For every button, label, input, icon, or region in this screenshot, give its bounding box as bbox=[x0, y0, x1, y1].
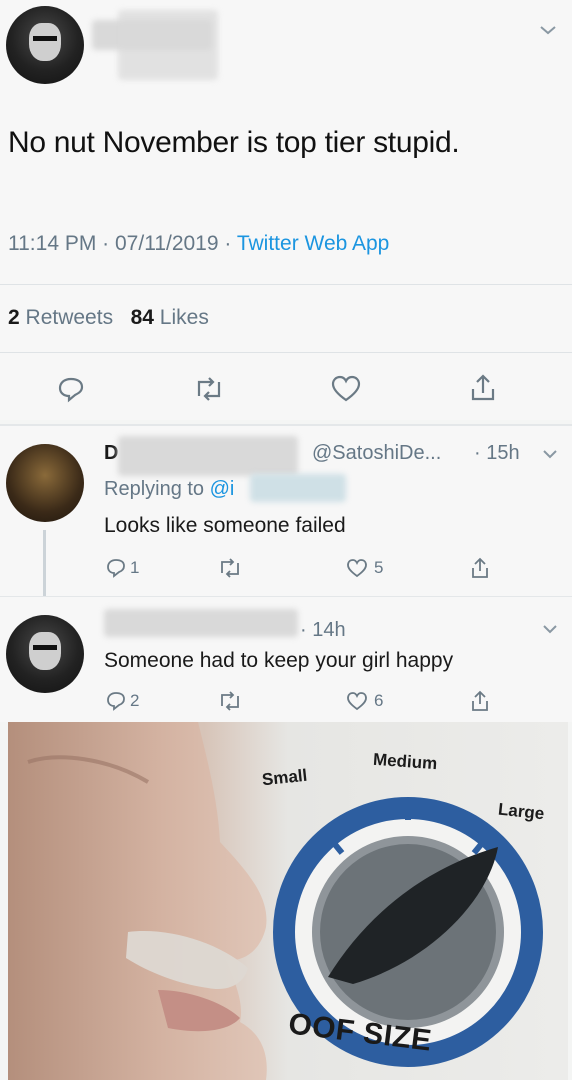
retweet-icon[interactable] bbox=[190, 372, 228, 406]
reply-count: 1 bbox=[130, 558, 140, 577]
share-icon[interactable] bbox=[468, 554, 492, 582]
share-icon[interactable] bbox=[466, 370, 500, 406]
like-heart-icon[interactable] bbox=[344, 556, 370, 580]
reply-tweet[interactable]: D @SatoshiDe... · 15h Replying to @i Loo… bbox=[0, 426, 572, 600]
reply-count: 2 bbox=[130, 691, 140, 710]
like-heart-icon[interactable] bbox=[344, 689, 370, 713]
reply-text: Looks like someone failed bbox=[104, 514, 346, 537]
like-count: 6 bbox=[374, 691, 384, 710]
retweet-icon[interactable] bbox=[216, 689, 244, 713]
reply-author-avatar[interactable] bbox=[6, 444, 84, 522]
replying-handle-redacted bbox=[250, 474, 346, 502]
reply-author-name-redacted bbox=[104, 609, 298, 637]
main-tweet: No nut November is top tier stupid. 11:1… bbox=[0, 0, 572, 420]
reply-handle[interactable]: @SatoshiDe... bbox=[312, 442, 441, 465]
retweets-stat[interactable]: 2 Retweets bbox=[8, 306, 113, 329]
reply-actions: 1 5 bbox=[104, 554, 504, 584]
author-avatar[interactable] bbox=[6, 6, 84, 84]
retweet-icon[interactable] bbox=[216, 556, 244, 580]
share-icon[interactable] bbox=[468, 687, 492, 715]
oof-size-meme-image: Small Medium Large OOF SIZE bbox=[8, 722, 568, 1080]
like-count: 5 bbox=[374, 558, 384, 577]
reply-icon[interactable] bbox=[54, 372, 88, 406]
replying-to-handle[interactable]: @i bbox=[210, 478, 235, 500]
tweet-meta: 11:14 PM · 07/11/2019 · Twitter Web App bbox=[8, 232, 390, 255]
reply-author-name[interactable]: D bbox=[104, 442, 118, 465]
tweet-time: 11:14 PM bbox=[8, 232, 97, 255]
tweet-source-link[interactable]: Twitter Web App bbox=[237, 232, 390, 255]
chevron-down-icon[interactable] bbox=[540, 444, 560, 464]
reply-tweet[interactable]: · 14h Someone had to keep your girl happ… bbox=[0, 597, 572, 722]
reply-time: · 15h bbox=[474, 442, 520, 464]
chevron-down-icon[interactable] bbox=[536, 20, 560, 40]
reply-text: Someone had to keep your girl happy bbox=[104, 649, 454, 672]
like-heart-icon[interactable] bbox=[328, 372, 364, 406]
label-medium: Medium bbox=[372, 749, 438, 774]
likes-stat[interactable]: 84 Likes bbox=[131, 306, 209, 329]
replying-to: Replying to @i bbox=[104, 478, 235, 500]
chevron-down-icon[interactable] bbox=[540, 619, 560, 639]
reply-icon[interactable] bbox=[104, 556, 128, 580]
divider bbox=[0, 284, 572, 285]
reply-icon[interactable] bbox=[104, 689, 128, 713]
author-avatar[interactable] bbox=[6, 615, 84, 693]
divider bbox=[0, 352, 572, 353]
reply-actions: 2 6 bbox=[104, 687, 504, 717]
tweet-date[interactable]: 07/11/2019 bbox=[115, 232, 219, 255]
author-handle-redacted bbox=[118, 10, 218, 80]
tweet-text: No nut November is top tier stupid. bbox=[8, 126, 460, 159]
tweet-stats: 2 Retweets 84 Likes bbox=[8, 306, 209, 330]
thread-line bbox=[43, 530, 46, 600]
reply-author-name-redacted bbox=[118, 436, 298, 476]
reply-time: · 14h bbox=[300, 619, 346, 641]
